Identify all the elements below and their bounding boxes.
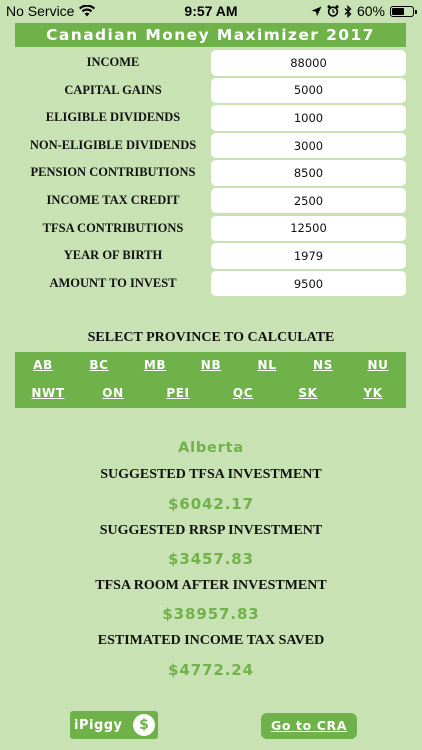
province-button[interactable]: NB bbox=[201, 358, 221, 372]
field-label: INCOME TAX CREDIT bbox=[46, 192, 180, 207]
field-input[interactable] bbox=[211, 77, 406, 104]
form-row: INCOME bbox=[15, 49, 406, 77]
logo-text: iPiggy bbox=[74, 717, 123, 733]
form-row: ELIGIBLE DIVIDENDS bbox=[15, 104, 406, 132]
field-label: INCOME bbox=[86, 55, 140, 69]
field-label: YEAR OF BIRTH bbox=[63, 248, 163, 263]
battery-percent: 60% bbox=[356, 3, 385, 19]
province-button[interactable]: ON bbox=[102, 386, 123, 400]
piggy-coin-icon: $ bbox=[133, 714, 155, 736]
field-input[interactable] bbox=[211, 215, 406, 242]
field-input[interactable] bbox=[211, 50, 406, 76]
field-input[interactable] bbox=[211, 160, 406, 186]
result-label: SUGGESTED RRSP INVESTMENT bbox=[99, 523, 323, 538]
form-row: AMOUNT TO INVEST bbox=[15, 270, 406, 298]
field-label: AMOUNT TO INVEST bbox=[49, 275, 177, 290]
result-value: $6042.17 bbox=[168, 495, 254, 513]
province-button[interactable]: NL bbox=[258, 358, 277, 372]
app-title: Canadian Money Maximizer 2017 bbox=[15, 23, 406, 47]
field-input[interactable] bbox=[211, 243, 406, 269]
province-selector-title: SELECT PROVINCE TO CALCULATE bbox=[87, 330, 335, 345]
field-label: TFSA CONTRIBUTIONS bbox=[42, 220, 184, 235]
province-button[interactable]: BC bbox=[89, 358, 108, 372]
result-value: $4772.24 bbox=[168, 661, 254, 679]
field-label: ELIGIBLE DIVIDENDS bbox=[45, 110, 181, 125]
bluetooth-icon bbox=[344, 4, 352, 18]
status-right: 60% bbox=[311, 3, 417, 19]
form-row: INCOME TAX CREDIT bbox=[15, 187, 406, 215]
battery-icon bbox=[390, 5, 417, 17]
field-input[interactable] bbox=[211, 105, 406, 131]
ipiggy-logo[interactable]: iPiggy $ bbox=[70, 711, 158, 739]
form-row: CAPITAL GAINS bbox=[15, 77, 406, 105]
field-input[interactable] bbox=[211, 270, 406, 297]
alarm-icon bbox=[327, 5, 339, 17]
field-input[interactable] bbox=[211, 132, 406, 159]
form-row: NON-ELIGIBLE DIVIDENDS bbox=[15, 132, 406, 160]
province-button[interactable]: SK bbox=[298, 386, 317, 400]
province-button[interactable]: AB bbox=[33, 358, 53, 372]
selected-province: Alberta bbox=[178, 440, 244, 456]
province-button[interactable]: NU bbox=[368, 358, 389, 372]
province-button[interactable]: NWT bbox=[31, 386, 64, 400]
form-row: PENSION CONTRIBUTIONS bbox=[15, 159, 406, 187]
province-button[interactable]: YK bbox=[363, 386, 382, 400]
battery-level bbox=[392, 7, 404, 15]
province-button[interactable]: QC bbox=[233, 386, 253, 400]
field-label: NON-ELIGIBLE DIVIDENDS bbox=[29, 137, 197, 152]
location-icon bbox=[311, 6, 322, 16]
province-button[interactable]: NS bbox=[313, 358, 333, 372]
result-value: $38957.83 bbox=[162, 605, 260, 623]
status-bar: No Service 9:57 AM 60% bbox=[0, 0, 422, 22]
province-button[interactable]: PEI bbox=[166, 386, 189, 400]
form-row: YEAR OF BIRTH bbox=[15, 242, 406, 270]
province-selector: AB BC MB NB NL NS NU NWT ON PEI QC SK YK bbox=[15, 352, 406, 408]
result-label: SUGGESTED TFSA INVESTMENT bbox=[100, 467, 322, 482]
field-label: CAPITAL GAINS bbox=[64, 82, 162, 97]
result-value: $3457.83 bbox=[168, 550, 254, 568]
input-form: INCOME CAPITAL GAINS ELIGIBLE DIVIDENDS NON… bbox=[15, 49, 406, 297]
field-input[interactable] bbox=[211, 187, 406, 214]
result-label: ESTIMATED INCOME TAX SAVED bbox=[97, 633, 325, 648]
province-button[interactable]: MB bbox=[144, 358, 166, 372]
form-row: TFSA CONTRIBUTIONS bbox=[15, 215, 406, 243]
field-label: PENSION CONTRIBUTIONS bbox=[30, 165, 196, 180]
go-to-cra-button[interactable]: Go to CRA bbox=[261, 713, 357, 739]
result-label: TFSA ROOM AFTER INVESTMENT bbox=[95, 578, 327, 593]
